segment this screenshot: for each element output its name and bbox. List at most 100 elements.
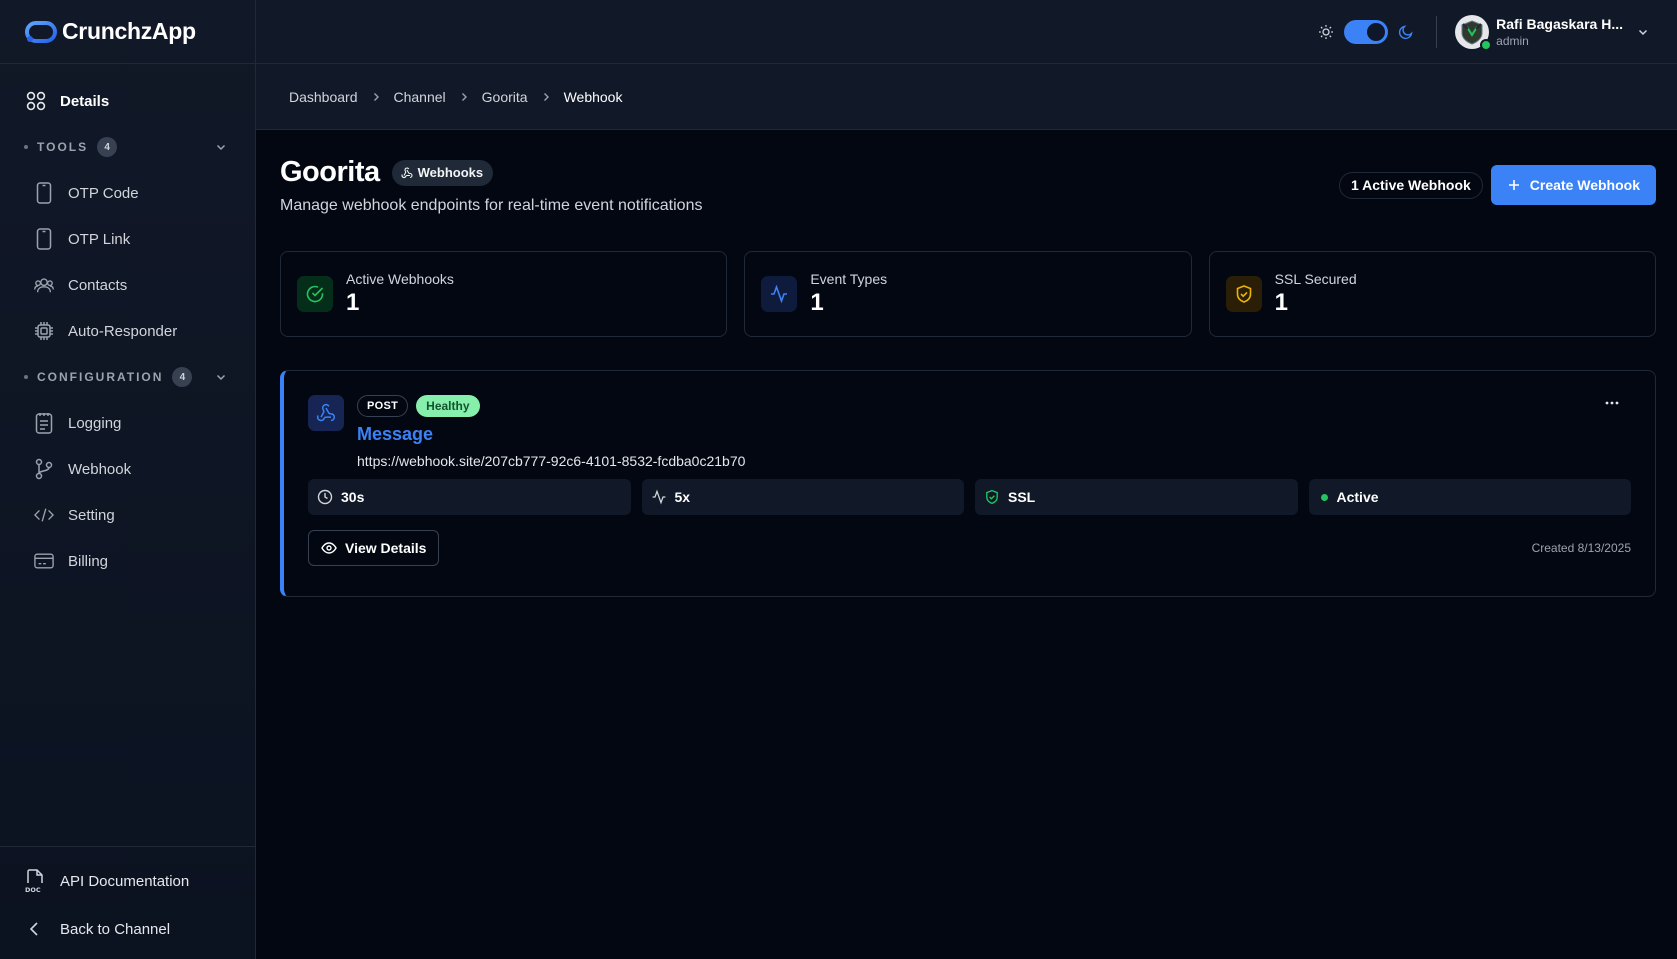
phone-icon (34, 182, 54, 204)
grid-icon (26, 91, 48, 111)
sidebar-item-details[interactable]: Details (12, 78, 243, 124)
svg-text:DOC: DOC (25, 886, 41, 893)
chevron-right-icon (541, 92, 551, 102)
cpu-icon (34, 321, 54, 341)
chevron-down-icon[interactable] (215, 141, 227, 153)
chevron-left-icon (25, 919, 47, 939)
sidebar-item-webhook[interactable]: Webhook (0, 446, 255, 492)
app-name: CrunchzApp (62, 18, 196, 44)
avatar (1455, 14, 1493, 51)
chevron-down-icon[interactable] (215, 371, 227, 383)
health-badge: Healthy (416, 395, 480, 417)
credit-card-icon (34, 552, 54, 570)
toggle-knob (1367, 22, 1386, 41)
webhook-meta-row: 30s 5x SSL Active (308, 479, 1631, 515)
theme-toggle-switch[interactable] (1344, 19, 1389, 44)
chevron-right-icon (459, 92, 469, 102)
section-count-badge: 4 (97, 137, 118, 157)
stat-label: SSL Secured (1274, 271, 1357, 287)
theme-toggle[interactable] (1318, 19, 1414, 44)
sidebar-item-label: OTP Code (68, 184, 139, 202)
view-details-button[interactable]: View Details (308, 530, 440, 566)
activity-icon (651, 489, 667, 505)
timeout-chip: 30s (308, 479, 631, 515)
stat-label: Active Webhooks (346, 271, 454, 287)
online-status-dot (1480, 38, 1493, 51)
section-title: CONFIGURATION (37, 370, 164, 384)
more-options-icon[interactable] (1605, 401, 1619, 405)
sidebar-item-auto-responder[interactable]: Auto-Responder (0, 308, 255, 354)
webhook-badges: POST Healthy (357, 395, 745, 417)
api-documentation-link[interactable]: DOC API Documentation (0, 857, 255, 905)
sidebar-footer: DOC API Documentation Back to Channel (0, 846, 255, 959)
sidebar-item-label: Details (60, 92, 110, 110)
footer-item-label: API Documentation (60, 872, 190, 890)
shield-check-icon (984, 489, 1000, 505)
chevron-down-icon[interactable] (1637, 26, 1649, 38)
users-icon (34, 276, 54, 294)
brand[interactable]: CrunchzApp (0, 0, 255, 64)
breadcrumb-item-dashboard[interactable]: Dashboard (289, 89, 358, 105)
phone-icon (34, 228, 54, 250)
stat-card-ssl-secured: SSL Secured 1 (1208, 251, 1656, 337)
active-webhook-count-badge: 1 Active Webhook (1338, 171, 1483, 199)
moon-icon (1398, 24, 1414, 40)
section-tools-header[interactable]: TOOLS 4 (0, 124, 255, 170)
sidebar-item-contacts[interactable]: Contacts (0, 262, 255, 308)
section-configuration-header[interactable]: CONFIGURATION 4 (0, 354, 255, 400)
chevron-right-icon (371, 92, 381, 102)
sidebar: CrunchzApp Details TOOLS 4 OTP Code OTP … (0, 0, 256, 959)
stat-card-event-types: Event Types 1 (744, 251, 1192, 337)
main-content: Goorita Webhooks Manage webhook endpoint… (256, 130, 1677, 959)
page-header: Goorita Webhooks Manage webhook endpoint… (280, 156, 1656, 215)
stat-text: Active Webhooks 1 (346, 271, 454, 317)
method-badge: POST (357, 395, 409, 417)
sidebar-item-billing[interactable]: Billing (0, 538, 255, 584)
divider (1436, 15, 1438, 48)
status-chip: Active (1308, 479, 1631, 515)
section-title: TOOLS (37, 140, 89, 154)
stat-label: Event Types (810, 271, 888, 287)
webhook-icon (308, 395, 344, 431)
webhook-name[interactable]: Message (357, 424, 745, 445)
button-label: View Details (345, 540, 427, 556)
sidebar-item-logging[interactable]: Logging (0, 400, 255, 446)
bullet-dot (24, 145, 28, 149)
page-title: Goorita (280, 156, 380, 188)
badge-label: Webhooks (417, 165, 484, 180)
activity-icon (761, 276, 798, 312)
topbar: Rafi Bagaskara H... admin (256, 0, 1677, 64)
breadcrumb: Dashboard Channel Goorita Webhook (256, 64, 1677, 130)
user-role: admin (1496, 33, 1529, 48)
sidebar-item-otp-code[interactable]: OTP Code (0, 170, 255, 216)
sidebar-item-label: Auto-Responder (68, 322, 178, 340)
plus-icon (1507, 178, 1521, 192)
stats-row: Active Webhooks 1 Event Types 1 SSL Secu… (280, 251, 1656, 337)
sidebar-item-label: Billing (68, 552, 109, 570)
breadcrumb-item-channel[interactable]: Channel (394, 89, 446, 105)
status-value: Active (1336, 489, 1379, 505)
clock-icon (317, 489, 333, 505)
app-logo-icon (24, 19, 58, 45)
create-webhook-button[interactable]: Create Webhook (1490, 165, 1656, 205)
created-date: Created 8/13/2025 (1531, 541, 1631, 555)
sidebar-item-setting[interactable]: Setting (0, 492, 255, 538)
code-icon (34, 507, 54, 523)
user-menu[interactable]: Rafi Bagaskara H... admin (1455, 14, 1649, 51)
retries-value: 5x (674, 489, 691, 505)
webhook-url: https://webhook.site/207cb777-92c6-4101-… (357, 453, 746, 469)
breadcrumb-item-goorita[interactable]: Goorita (482, 89, 528, 105)
git-branch-icon (34, 458, 54, 480)
webhook-card: POST Healthy Message https://webhook.sit… (280, 370, 1656, 597)
footer-item-label: Back to Channel (60, 920, 171, 938)
check-circle-icon (297, 276, 333, 312)
log-file-icon (34, 412, 54, 434)
bullet-dot (24, 375, 28, 379)
page-heading-block: Goorita Webhooks Manage webhook endpoint… (280, 156, 702, 215)
back-to-channel-link[interactable]: Back to Channel (0, 905, 255, 953)
sidebar-item-otp-link[interactable]: OTP Link (0, 216, 255, 262)
stat-card-active-webhooks: Active Webhooks 1 (280, 251, 728, 337)
webhook-icon (401, 166, 413, 179)
doc-file-icon: DOC (25, 869, 47, 893)
retries-chip: 5x (641, 479, 964, 515)
